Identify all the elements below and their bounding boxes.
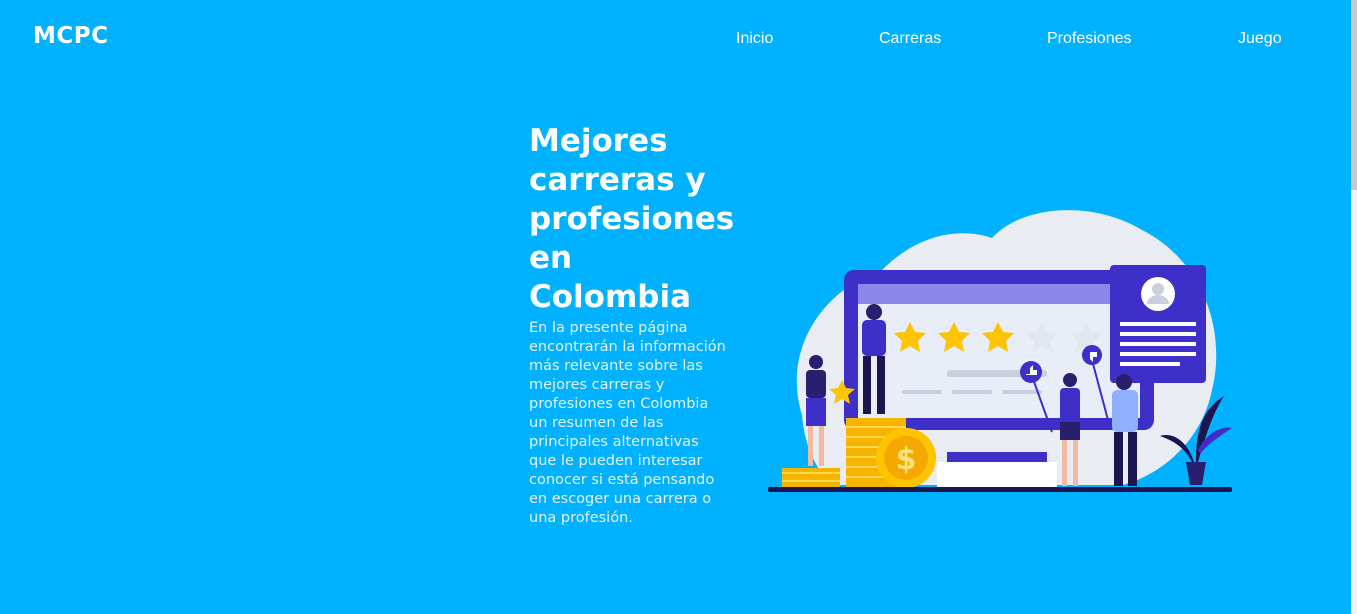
nav-profesiones[interactable]: Profesiones (1047, 30, 1132, 48)
scrollbar-thumb[interactable] (1351, 0, 1357, 190)
scrollbar[interactable] (1351, 0, 1357, 614)
page: MCPC Inicio Carreras Profesiones Juego M… (0, 0, 1357, 614)
dollar-coin-icon: $ (876, 428, 936, 488)
hero-description: En la presente página encontrarán la inf… (529, 320, 726, 526)
nav-inicio[interactable]: Inicio (736, 30, 773, 48)
nav-carreras[interactable]: Carreras (879, 30, 941, 48)
profile-card-icon (1110, 265, 1206, 383)
svg-text:$: $ (896, 442, 917, 477)
hero-title: Mejores carreras y profesiones en Colomb… (529, 123, 735, 315)
career-rating-illustration: $ (768, 210, 1232, 492)
main-nav: Inicio Carreras Profesiones Juego (0, 30, 1357, 50)
nav-juego[interactable]: Juego (1238, 30, 1282, 48)
ground-line (768, 487, 1232, 492)
